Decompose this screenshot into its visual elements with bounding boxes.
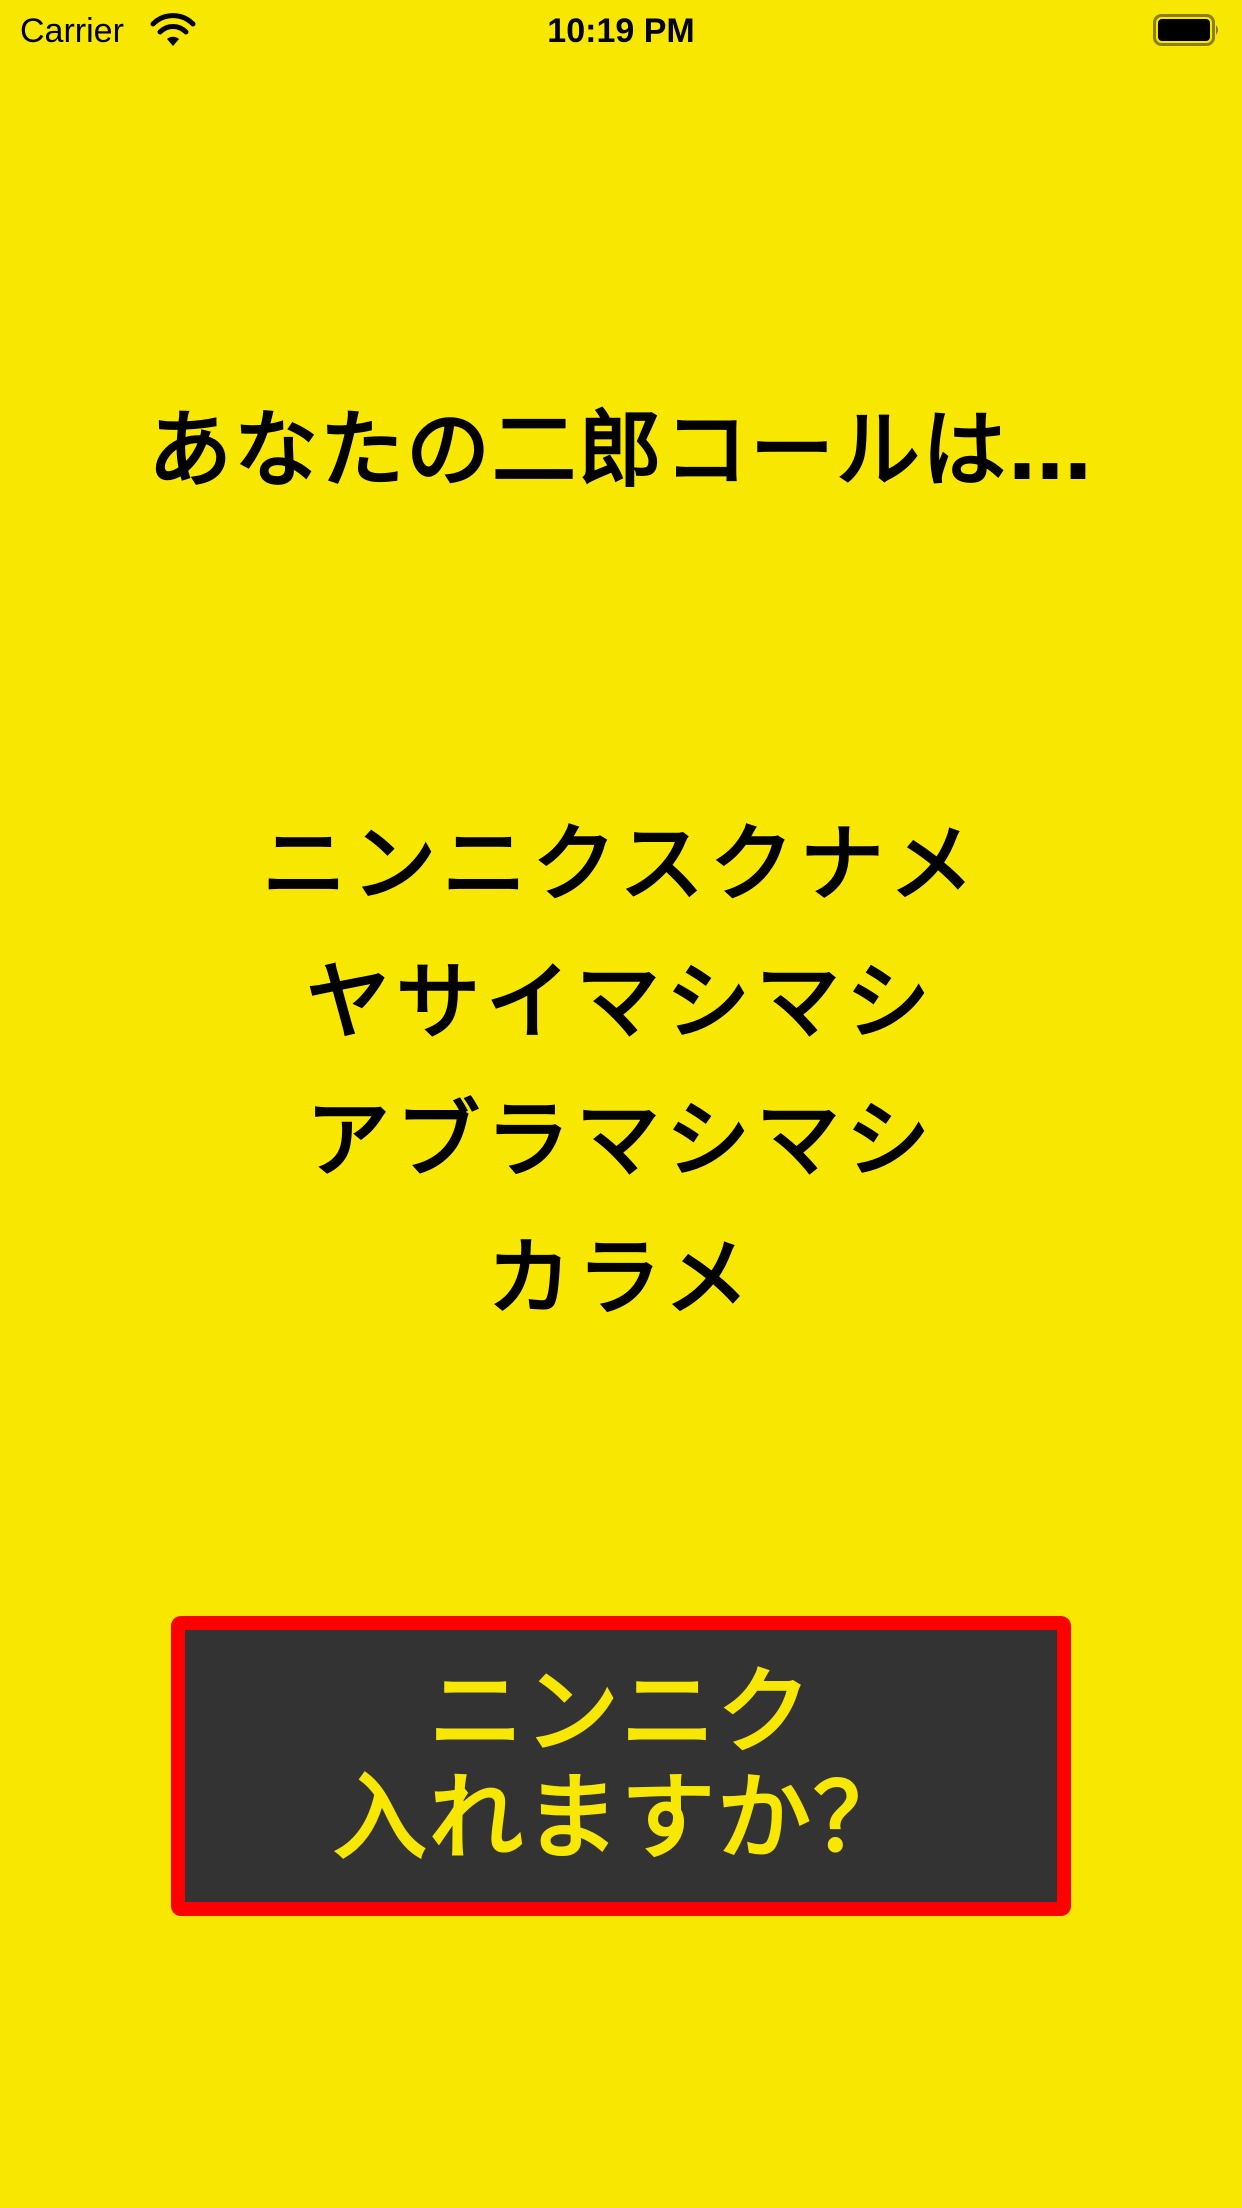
status-time: 10:19 PM	[547, 12, 695, 50]
battery-icon	[1153, 14, 1218, 46]
result-line-fat: アブラマシマシ	[305, 1091, 936, 1189]
status-bar: Carrier 10:19 PM	[0, 0, 1242, 60]
result-line-garlic: ニンニクスクナメ	[262, 815, 980, 913]
result-line-sauce: カラメ	[487, 1229, 755, 1327]
page-title: あなたの二郎コールは…	[147, 401, 1094, 499]
button-label-line1: ニンニク	[428, 1658, 813, 1767]
jiro-call-result: ニンニクスクナメ ヤサイマシマシ アブラマシマシ カラメ	[0, 795, 1242, 1347]
result-line-vegetables: ヤサイマシマシ	[305, 953, 936, 1051]
garlic-question-button[interactable]: ニンニク 入れますか？	[171, 1616, 1071, 1916]
button-label-line2: 入れますか？	[332, 1764, 909, 1873]
